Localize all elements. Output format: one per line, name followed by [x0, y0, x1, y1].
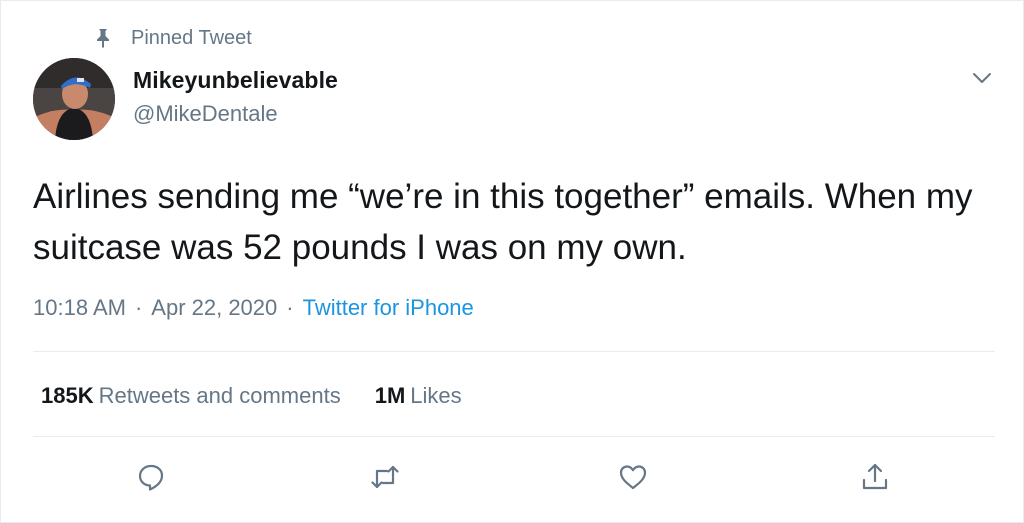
- retweet-icon: [369, 461, 401, 498]
- retweet-button[interactable]: [365, 459, 405, 499]
- tweet-metadata: 10:18 AM · Apr 22, 2020 · Twitter for iP…: [33, 295, 474, 321]
- tweet-card: Pinned Tweet Mikeyunbelievable @MikeDent…: [0, 0, 1024, 523]
- reply-icon: [135, 461, 167, 498]
- pinned-indicator: Pinned Tweet: [93, 25, 252, 51]
- reply-button[interactable]: [131, 459, 171, 499]
- pinned-label: Pinned Tweet: [131, 26, 252, 49]
- retweets-label: Retweets and comments: [98, 383, 341, 408]
- tweet-text: Airlines sending me “we’re in this toget…: [33, 177, 973, 267]
- tweet-source-link[interactable]: Twitter for iPhone: [303, 295, 474, 321]
- likes-count: 1M: [374, 383, 406, 408]
- author-handle[interactable]: @MikeDentale: [133, 101, 278, 127]
- author-display-name[interactable]: Mikeyunbelievable: [133, 67, 338, 94]
- tweet-time[interactable]: 10:18 AM: [33, 295, 126, 321]
- share-button[interactable]: [855, 459, 895, 499]
- avatar[interactable]: [33, 58, 115, 140]
- divider: [33, 436, 995, 437]
- like-button[interactable]: [613, 459, 653, 499]
- like-icon: [617, 461, 649, 498]
- share-icon: [859, 461, 891, 498]
- likes-stat[interactable]: 1M Likes: [375, 383, 462, 409]
- chevron-down-icon[interactable]: [967, 65, 997, 91]
- pin-icon: [93, 26, 113, 50]
- retweets-stat[interactable]: 185K Retweets and comments: [41, 383, 341, 409]
- tweet-date[interactable]: Apr 22, 2020: [151, 295, 277, 321]
- divider: [33, 351, 995, 352]
- retweets-count: 185K: [41, 383, 94, 408]
- tweet-stats: 185K Retweets and comments 1M Likes: [41, 383, 462, 409]
- likes-label: Likes: [410, 383, 462, 408]
- meta-separator: ·: [286, 295, 294, 320]
- meta-separator: ·: [134, 295, 143, 320]
